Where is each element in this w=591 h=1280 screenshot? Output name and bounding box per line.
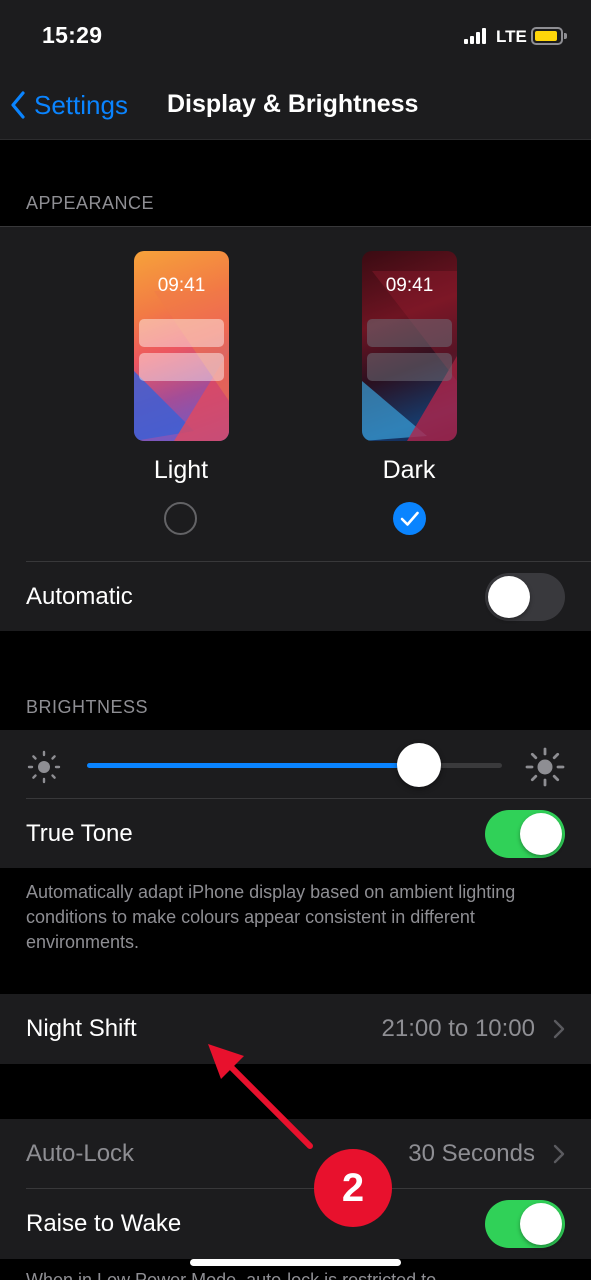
raise-to-wake-row: Raise to Wake <box>0 1189 591 1259</box>
dark-preview-time: 09:41 <box>385 275 434 296</box>
dark-radio-button[interactable] <box>393 502 426 535</box>
light-radio-button[interactable] <box>164 502 197 535</box>
cellular-signal-icon <box>464 28 488 44</box>
notification-placeholder <box>367 319 452 347</box>
status-time: 15:29 <box>42 22 103 48</box>
true-tone-label: True Tone <box>26 820 133 847</box>
dark-mode-preview[interactable]: 09:41 <box>362 251 457 441</box>
navigation-bar: Settings Display & Brightness <box>0 70 591 140</box>
annotation-arrow <box>208 1044 313 1149</box>
home-indicator[interactable] <box>190 1259 401 1266</box>
night-shift-label: Night Shift <box>26 1015 137 1042</box>
chevron-right-icon <box>553 1144 565 1164</box>
back-button[interactable]: Settings <box>10 86 128 124</box>
notification-placeholder <box>367 353 452 381</box>
chevron-right-icon <box>553 1019 565 1039</box>
notification-placeholder <box>139 319 224 347</box>
night-shift-value: 21:00 to 10:00 <box>381 1015 535 1042</box>
brightness-section-header: BRIGHTNESS <box>26 697 149 717</box>
true-tone-footnote: Automatically adapt iPhone display based… <box>26 882 516 952</box>
true-tone-toggle[interactable] <box>485 810 565 858</box>
auto-lock-value: 30 Seconds <box>408 1140 535 1167</box>
brightness-slider-fill <box>87 763 419 768</box>
annotation-step-badge: 2 <box>314 1149 392 1227</box>
automatic-toggle[interactable] <box>485 573 565 621</box>
night-shift-row[interactable]: Night Shift 21:00 to 10:00 <box>0 994 591 1064</box>
appearance-section-header: APPEARANCE <box>26 193 155 213</box>
light-option-label: Light <box>153 456 209 484</box>
battery-icon <box>531 27 567 45</box>
back-button-label: Settings <box>34 89 128 120</box>
sun-small-icon <box>27 750 61 784</box>
automatic-row: Automatic <box>0 562 591 632</box>
sun-large-icon <box>525 747 565 787</box>
chevron-left-icon <box>11 91 25 119</box>
raise-to-wake-label: Raise to Wake <box>26 1210 182 1237</box>
notification-placeholder <box>139 353 224 381</box>
page-title: Display & Brightness <box>167 90 419 118</box>
light-preview-time: 09:41 <box>157 275 206 296</box>
automatic-label: Automatic <box>26 583 133 610</box>
brightness-slider-thumb[interactable] <box>397 743 441 787</box>
auto-lock-label: Auto-Lock <box>26 1140 135 1167</box>
light-mode-preview[interactable]: 09:41 <box>134 251 229 441</box>
true-tone-row: True Tone <box>0 799 591 869</box>
low-power-footnote: When in Low Power Mode, auto-lock is res… <box>26 1270 437 1280</box>
status-bar: 15:29 LTE <box>0 0 591 70</box>
raise-to-wake-toggle[interactable] <box>485 1200 565 1248</box>
network-type: LTE <box>496 27 527 46</box>
checkmark-icon <box>400 511 419 526</box>
auto-lock-row[interactable]: Auto-Lock 30 Seconds <box>0 1119 591 1189</box>
dark-option-label: Dark <box>382 456 436 484</box>
